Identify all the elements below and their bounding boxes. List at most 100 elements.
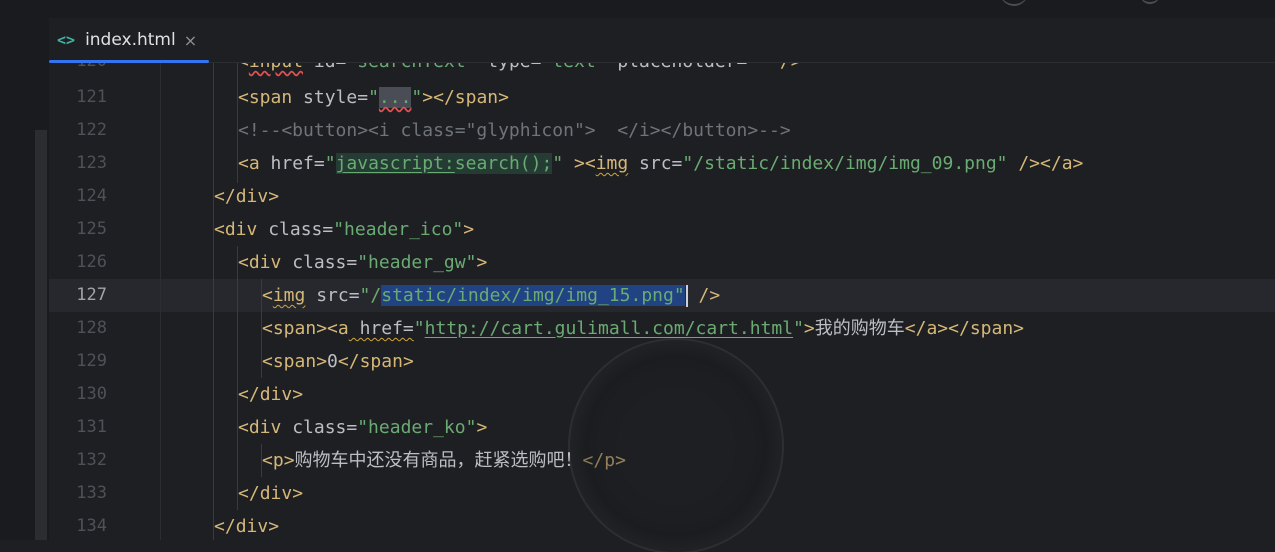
code-token: p [272, 450, 284, 471]
line-number-gutter[interactable]: 120 121 122 123 124 125 126 127 128 129 … [49, 63, 161, 540]
code-editor[interactable]: 120 121 122 123 124 125 126 127 128 129 … [49, 63, 1275, 540]
code-token: " [413, 318, 425, 339]
code-token: img [272, 285, 306, 306]
folded-region[interactable]: ... [378, 87, 412, 108]
code-line-130: </div> [238, 378, 303, 411]
code-token: span [272, 318, 317, 339]
code-token: " [324, 153, 336, 174]
code-token: search(); [454, 153, 553, 174]
code-line-123: <a href="javascript:search();" ><img src… [238, 147, 1083, 180]
code-token: > [476, 252, 488, 273]
code-token: </ [238, 483, 260, 504]
side-scrollbar[interactable] [35, 130, 47, 540]
code-token: id= [303, 63, 347, 72]
code-token: < [238, 63, 249, 72]
toolbar-icon[interactable] [1140, 0, 1160, 4]
code-token: " [411, 87, 423, 108]
code-line-132: <p>购物车中还没有商品，赶紧选购吧！</p> [262, 444, 626, 477]
code-token: href= [348, 318, 414, 339]
code-token: > [803, 318, 815, 339]
code-token: src= [305, 285, 360, 306]
title-bar [0, 0, 1275, 18]
code-token: div [235, 516, 269, 537]
line-number: 122 [76, 120, 107, 140]
code-line-131: <div class="header_ko"> [238, 411, 487, 444]
code-token: " [368, 87, 379, 108]
code-token: class= [281, 417, 358, 438]
code-token: " [793, 318, 804, 339]
code-token: " [552, 153, 564, 174]
code-token: span [969, 318, 1014, 339]
code-token: "header_gw" [357, 252, 477, 273]
code-token: < [238, 252, 249, 273]
line-number: 133 [76, 483, 107, 503]
code-token: span [454, 87, 499, 108]
code-token: < [238, 417, 249, 438]
selected-text[interactable]: static/index/img/img_15.png" [381, 285, 685, 306]
code-line-134: </div> [214, 510, 279, 540]
line-number: 129 [76, 351, 107, 371]
code-token: > [498, 87, 509, 108]
code-token: </ [214, 516, 236, 537]
code-token: > [316, 351, 328, 372]
line-number: 121 [76, 87, 107, 107]
code-token: > [292, 384, 304, 405]
line-number: 123 [76, 153, 107, 173]
code-token: > [268, 186, 280, 207]
gutter-separator [160, 63, 161, 540]
code-token: "/ [359, 285, 382, 306]
code-token: "/static/index/img/img_09.png" [682, 153, 1008, 174]
editor-tab-bar: <> index.html × [49, 18, 1275, 63]
code-line-125: <div class="header_ico"> [214, 213, 474, 246]
code-token: < [214, 219, 225, 240]
code-token: a [337, 318, 349, 339]
line-number: 124 [76, 186, 107, 206]
code-token: ></ [937, 318, 970, 339]
code-token: < [238, 153, 249, 174]
code-line-124: </div> [214, 180, 279, 213]
line-number: 130 [76, 384, 107, 404]
code-token: div [224, 219, 258, 240]
code-token: a [926, 318, 938, 339]
code-token: style= [292, 87, 369, 108]
code-token: > [1013, 318, 1025, 339]
code-token: </ [337, 351, 360, 372]
code-token: img [595, 153, 629, 174]
line-number: 131 [76, 417, 107, 437]
code-token: /></ [1007, 153, 1062, 174]
code-token: < [262, 318, 273, 339]
code-token: input [249, 63, 303, 72]
code-token: type= [476, 63, 541, 72]
code-token: /> [769, 63, 802, 72]
toolbar-icon[interactable] [1000, 0, 1028, 6]
code-token: < [262, 450, 273, 471]
code-token: span [272, 351, 317, 372]
code-token: > [463, 219, 475, 240]
code-token: </ [214, 186, 236, 207]
tab-label: index.html [85, 30, 176, 50]
code-token: < [262, 351, 273, 372]
code-line-127: <img src="/static/index/img/img_15.png" … [262, 279, 720, 312]
code-token: 0 [327, 351, 338, 372]
code-token: div [259, 384, 293, 405]
code-token: p [604, 450, 616, 471]
url-link[interactable]: http://cart.gulimall.com/cart.html [425, 318, 793, 339]
code-token: 我的购物车 [814, 318, 905, 339]
tab-index-html[interactable]: <> index.html × [49, 18, 209, 63]
indent-guide [213, 63, 214, 540]
code-token: src= [628, 153, 683, 174]
code-token: > [615, 450, 626, 471]
code-token: > [292, 483, 304, 504]
code-line-133: </div> [238, 477, 303, 510]
code-token: ></ [422, 87, 455, 108]
line-number: 134 [76, 516, 107, 536]
line-number: 125 [76, 219, 107, 239]
html-file-icon: <> [57, 31, 76, 49]
code-token: "header_ko" [357, 417, 477, 438]
line-number-active: 127 [76, 285, 107, 305]
close-icon[interactable]: × [184, 31, 197, 50]
code-token: < [238, 87, 249, 108]
code-token: href= [259, 153, 325, 174]
line-number: 132 [76, 450, 107, 470]
code-token: class= [257, 219, 334, 240]
